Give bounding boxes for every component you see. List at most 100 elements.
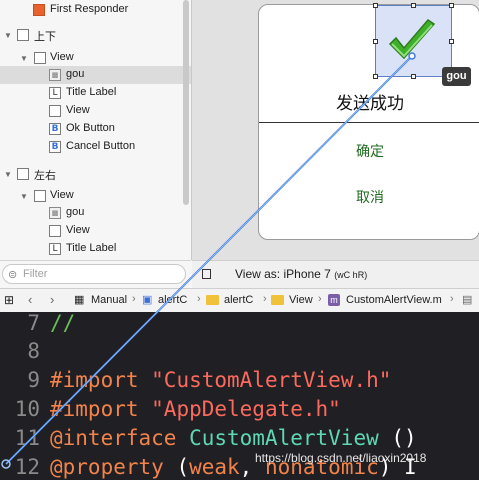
outline-item[interactable]: First Responder	[0, 1, 191, 19]
line-number: 12	[14, 455, 40, 479]
canvas-bottom-bar: View as: iPhone 7 (wC hR)	[192, 260, 479, 289]
outline-item-label: View	[50, 189, 74, 201]
breadcrumb-subfolder[interactable]: View	[289, 294, 313, 306]
label-icon: L	[49, 87, 61, 99]
device-icon[interactable]	[202, 269, 211, 279]
resize-handle[interactable]	[449, 3, 454, 8]
outline-item-label: Title Label	[66, 86, 117, 98]
outline-item[interactable]: ▩ gou	[0, 204, 191, 222]
breadcrumb-project[interactable]: Manual	[91, 294, 127, 306]
outline-item[interactable]: L Title Label	[0, 240, 191, 258]
code-token: #import	[50, 397, 152, 421]
disclosure-triangle-icon[interactable]: ▼	[19, 191, 29, 201]
outline-item[interactable]: ▼ View	[0, 49, 191, 67]
scene-icon	[17, 29, 29, 41]
gou-image-view-selected[interactable]	[373, 3, 454, 79]
jump-bar: ⊞ ‹ › ▦ Manual › ▣ alertC › alertC › Vie…	[0, 288, 479, 314]
code-token: CustomAlertView	[189, 426, 392, 450]
filter-icon: ⊜	[8, 269, 18, 281]
chevron-right-icon: ›	[263, 293, 267, 305]
breadcrumb-group[interactable]: alertC	[158, 294, 187, 306]
code-text: #import "CustomAlertView.h"	[50, 366, 391, 395]
label-icon: L	[49, 243, 61, 255]
code-token: "CustomAlertView.h"	[151, 368, 392, 392]
view-icon	[34, 190, 46, 202]
resize-handle[interactable]	[373, 3, 378, 8]
button-icon: B	[49, 141, 61, 153]
chevron-right-icon: ›	[197, 293, 201, 305]
code-line[interactable]: 8	[0, 337, 479, 366]
line-number: 8	[27, 339, 40, 363]
filter-input[interactable]: ⊜ Filter	[2, 264, 186, 284]
code-token: ()	[391, 426, 417, 450]
image-view-icon: ▩	[49, 207, 61, 219]
outline-item-label: Title Label	[66, 242, 117, 254]
resize-handle[interactable]	[373, 39, 378, 44]
outline-item[interactable]: L Title Label	[0, 84, 191, 102]
code-token: (	[176, 455, 190, 479]
breadcrumb-folder[interactable]: alertC	[224, 294, 253, 306]
folder-icon	[271, 295, 284, 305]
selection-name-tag: gou	[442, 67, 471, 86]
code-line[interactable]: 9 #import "CustomAlertView.h"	[0, 366, 479, 395]
scrollbar-thumb[interactable]	[183, 0, 189, 205]
line-number: 9	[27, 368, 40, 392]
code-token: @property	[50, 455, 177, 479]
watermark-text: https://blog.csdn.net/liaoxin2018	[255, 451, 427, 465]
project-icon: ▦	[74, 294, 85, 306]
related-items-icon[interactable]: ⊞	[4, 293, 14, 307]
outline-item-label: Ok Button	[66, 122, 115, 134]
view-as-traits: (wC hR)	[334, 270, 368, 280]
outline-item[interactable]: ▼ 上下	[0, 26, 191, 44]
ok-button[interactable]: 确定	[259, 141, 479, 161]
view-icon	[49, 105, 61, 117]
outline-item[interactable]: ▩ gou	[0, 66, 191, 84]
code-token: #import	[50, 368, 152, 392]
folder-icon	[206, 295, 219, 305]
alert-title-label[interactable]: 发送成功	[259, 89, 479, 114]
outline-item-label: View	[50, 51, 74, 63]
code-token: weak	[189, 455, 240, 479]
outline-item[interactable]: View	[0, 222, 191, 240]
objc-file-icon: m	[328, 294, 340, 306]
resize-handle[interactable]	[411, 74, 416, 79]
code-token: //	[50, 312, 76, 335]
back-arrow-icon[interactable]: ‹	[28, 292, 32, 307]
target-icon: ▣	[142, 294, 153, 306]
outline-item-label: 左右	[34, 170, 56, 182]
outline-item-label: View	[66, 224, 90, 236]
outline-item[interactable]: ▼ 左右	[0, 165, 191, 183]
code-token: "AppDelegate.h"	[151, 397, 341, 421]
alert-divider	[259, 122, 479, 123]
method-icon[interactable]: ▤	[462, 293, 472, 306]
outline-scrollbar[interactable]	[182, 0, 190, 210]
outline-item[interactable]: ▼ View	[0, 187, 191, 205]
view-as-label: View as: iPhone 7	[235, 267, 331, 281]
resize-handle[interactable]	[411, 3, 416, 8]
resize-handle[interactable]	[449, 39, 454, 44]
disclosure-triangle-icon[interactable]: ▼	[3, 30, 13, 40]
code-line[interactable]: 10 #import "AppDelegate.h"	[0, 395, 479, 424]
button-icon: B	[49, 123, 61, 135]
code-text: @interface CustomAlertView ()	[50, 424, 417, 453]
forward-arrow-icon[interactable]: ›	[50, 292, 54, 307]
code-line[interactable]: 11 @interface CustomAlertView ()	[0, 424, 479, 453]
first-responder-icon	[33, 4, 45, 16]
breadcrumb-file[interactable]: CustomAlertView.m	[346, 294, 442, 306]
code-line[interactable]: 7 //	[0, 312, 479, 338]
line-number: 10	[14, 397, 40, 421]
view-as-control[interactable]: View as: iPhone 7 (wC hR)	[235, 267, 367, 281]
chevron-right-icon: ›	[450, 293, 454, 305]
outline-item-label: gou	[66, 68, 85, 80]
resize-handle[interactable]	[373, 74, 378, 79]
outline-item[interactable]: View	[0, 102, 191, 120]
chevron-right-icon: ›	[318, 293, 322, 305]
outline-item[interactable]: B Ok Button	[0, 120, 191, 138]
disclosure-triangle-icon[interactable]: ▼	[19, 53, 29, 63]
cancel-button[interactable]: 取消	[259, 187, 479, 207]
disclosure-triangle-icon[interactable]: ▼	[3, 169, 13, 179]
document-outline: First Responder ▼ 上下 ▼ View ▩ gou L Title Label V…	[0, 0, 191, 260]
view-icon	[49, 225, 61, 237]
outline-item-label: 上下	[34, 31, 56, 43]
outline-item[interactable]: B Cancel Button	[0, 138, 191, 156]
